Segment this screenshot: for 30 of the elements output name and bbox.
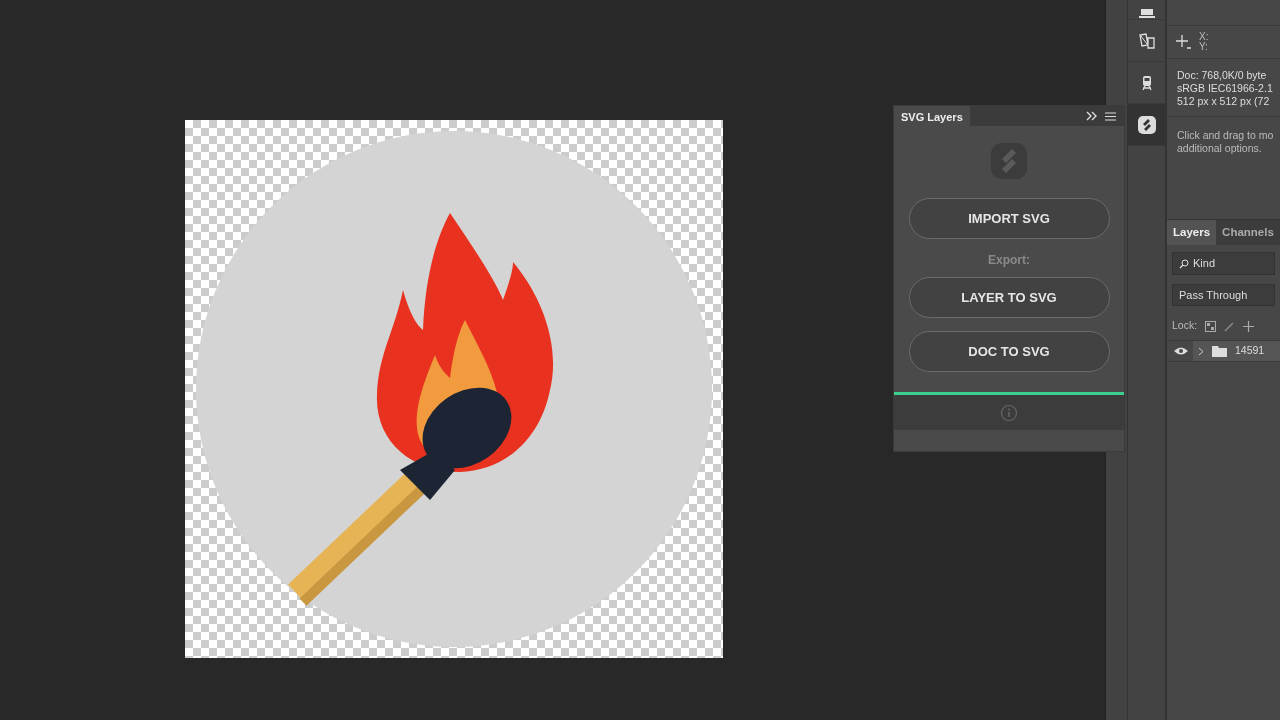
crosshair-icon xyxy=(1175,34,1191,50)
brush-icon[interactable] xyxy=(1224,320,1236,332)
document-info: 512 px x 512 px (72 xyxy=(1177,95,1270,108)
blend-mode-dropdown[interactable]: Pass Through xyxy=(1172,283,1275,307)
export-button[interactable]: LAYER TO SVG xyxy=(908,277,1110,318)
panel-tab[interactable]: Layers xyxy=(1167,220,1217,246)
chevron-icon[interactable] xyxy=(1198,346,1204,356)
filter-value: Kind xyxy=(1193,256,1216,272)
export-button[interactable]: DOC TO SVG xyxy=(908,331,1110,372)
menu-icon[interactable] xyxy=(1105,111,1116,121)
import-button[interactable]: IMPORT SVG xyxy=(908,198,1110,239)
hint-text: additional options. xyxy=(1177,142,1263,155)
filter-dropdown[interactable]: Kind xyxy=(1172,252,1275,275)
move-icon[interactable] xyxy=(1243,320,1255,332)
y-label: Y: xyxy=(1199,42,1209,52)
eye-icon[interactable] xyxy=(1173,346,1189,356)
search-icon xyxy=(1179,258,1189,269)
logo-icon[interactable] xyxy=(1137,115,1156,134)
shapes-icon[interactable] xyxy=(1137,31,1156,50)
document-info: Doc: 768,0K/0 byte xyxy=(1177,69,1268,82)
export-label: Export: xyxy=(987,252,1031,269)
panel-tab[interactable]: SVG Layers xyxy=(894,106,970,126)
collapse-icon[interactable] xyxy=(1086,111,1097,121)
checkerboard-icon[interactable] xyxy=(1205,320,1217,332)
x-label: X: xyxy=(1199,32,1209,42)
tray-icon[interactable] xyxy=(1137,7,1156,19)
lock-label: Lock: xyxy=(1172,318,1198,334)
logo-icon xyxy=(990,142,1028,180)
panel-tab[interactable]: Channels xyxy=(1216,220,1280,246)
folder-icon xyxy=(1212,345,1227,357)
